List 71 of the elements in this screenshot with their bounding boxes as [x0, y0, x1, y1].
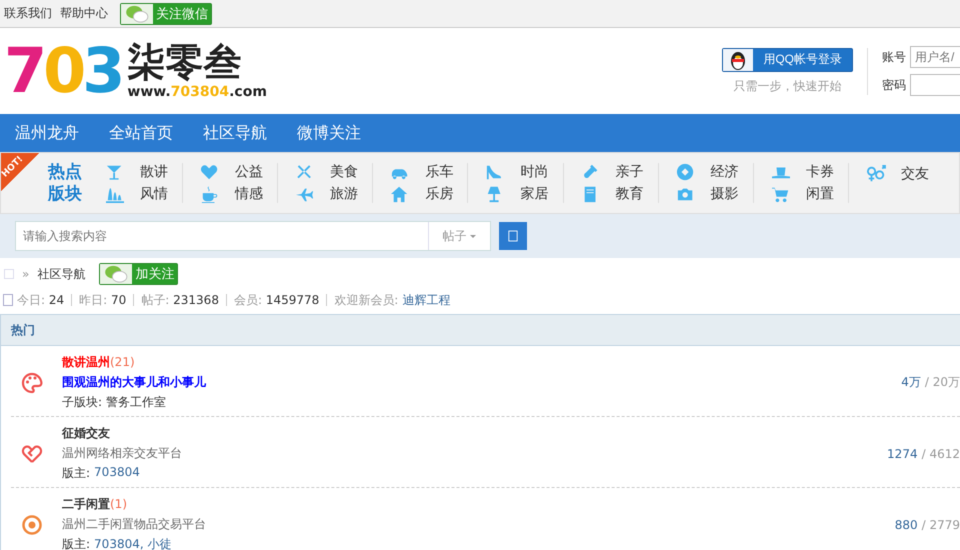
total-post-count: / 4612 [922, 446, 960, 460]
hot-forum-link[interactable]: 情感 [235, 185, 264, 203]
top-link[interactable]: 联系我们 [4, 5, 52, 22]
nav-link[interactable]: 社区导航 [188, 123, 282, 144]
follow-button[interactable]: 加关注 [99, 263, 178, 285]
stat-item: 帖子: 231368 [141, 292, 219, 308]
hot-forum-link[interactable]: 美食 [330, 163, 358, 181]
welcome-label: 欢迎新会员: [334, 292, 398, 308]
hot-forum-link[interactable]: 摄影 [710, 185, 739, 203]
hot-forum-link[interactable]: 乐房 [425, 185, 454, 203]
forum-name-link[interactable]: 二手闲置 [62, 497, 110, 511]
today-post-count: 4万 [901, 374, 921, 391]
account-field[interactable]: 用户名/ [910, 46, 960, 68]
qq-login-hint: 只需一步，快速开始 [734, 78, 842, 94]
forum-sub-link[interactable]: 警务工作室 [106, 394, 166, 411]
forum-description: 温州网络相亲交友平台 [62, 445, 182, 462]
forum-sub-label: 子版块: [62, 394, 102, 411]
account-label: 账号 [882, 48, 906, 66]
hot-forum-link[interactable]: 公益 [235, 163, 264, 181]
forum-description: 温州二手闲置物品交易平台 [62, 516, 206, 533]
forum-sub-label: 版主: [62, 536, 90, 550]
hot-forum-link[interactable]: 风情 [140, 185, 168, 203]
hot-forum-link[interactable]: 闲置 [806, 185, 834, 203]
hot-label: 热点版块 [48, 161, 83, 205]
hot-forum-link[interactable]: 旅游 [330, 185, 358, 203]
search-button[interactable] [499, 222, 527, 250]
breadcrumb-link[interactable]: 社区导航 [37, 266, 86, 282]
forum-description: 围观温州的大事儿和小事儿 [62, 374, 206, 391]
stat-item: 今日: 24 [17, 292, 64, 308]
palette-icon [21, 372, 43, 394]
hot-forum-link[interactable]: 教育 [616, 185, 644, 203]
stat-item: 会员: 1459778 [234, 292, 320, 308]
new-post-count: (1) [110, 497, 127, 511]
target-icon [21, 514, 43, 536]
logo-domain: www.703804.com [127, 84, 267, 100]
breadcrumb-separator: » [22, 267, 30, 281]
chat-bubbles-icon [121, 4, 153, 24]
penguin-icon [723, 48, 754, 70]
forum-name-link[interactable]: 散讲温州 [62, 355, 110, 369]
nav-link[interactable]: 全站首页 [94, 123, 188, 144]
hot-forum-link[interactable]: 时尚 [520, 163, 548, 181]
forum-sub-label: 版主: [62, 465, 90, 482]
nav-link[interactable]: 微博关注 [282, 123, 376, 144]
heart-outline-icon [21, 442, 43, 464]
forum-section-title: 热门 [11, 322, 35, 338]
new-member-link[interactable]: 迪辉工程 [402, 292, 450, 308]
forum-sub-link[interactable]: 703804 [94, 465, 140, 482]
hot-forum-link[interactable]: 交友 [900, 165, 929, 183]
hot-forum-link[interactable]: 亲子 [616, 163, 644, 181]
chat-bubbles-icon [100, 264, 132, 284]
stat-item: 昨日: 70 [79, 292, 126, 308]
hot-forum-link[interactable]: 散讲 [140, 163, 168, 181]
total-post-count: / 20万 [924, 374, 960, 391]
hot-forum-link[interactable]: 乐车 [425, 163, 454, 181]
wechat-follow-button[interactable]: 关注微信 [120, 2, 212, 24]
qq-login-button[interactable]: 用QQ帐号登录 [722, 48, 853, 72]
forum-name-link[interactable]: 征婚交友 [62, 426, 110, 440]
gender-symbols-icon [864, 165, 887, 183]
hot-forum-link[interactable]: 卡券 [806, 163, 834, 181]
new-post-count: (21) [110, 355, 135, 369]
forum-sub-link[interactable]: 703804, 小徒 [94, 536, 172, 550]
hot-forum-link[interactable]: 家居 [520, 185, 548, 203]
hot-forum-link[interactable]: 经济 [710, 163, 739, 181]
nav-link[interactable]: 温州龙舟 [0, 123, 94, 144]
logo-name: 柒零叁 [127, 42, 242, 84]
password-label: 密码 [882, 76, 906, 94]
today-post-count: 880 [894, 518, 918, 532]
today-post-count: 1274 [887, 446, 918, 460]
total-post-count: / 2779 [922, 518, 960, 532]
logo-mark: 703 [4, 40, 122, 102]
top-link[interactable]: 帮助中心 [60, 5, 108, 22]
